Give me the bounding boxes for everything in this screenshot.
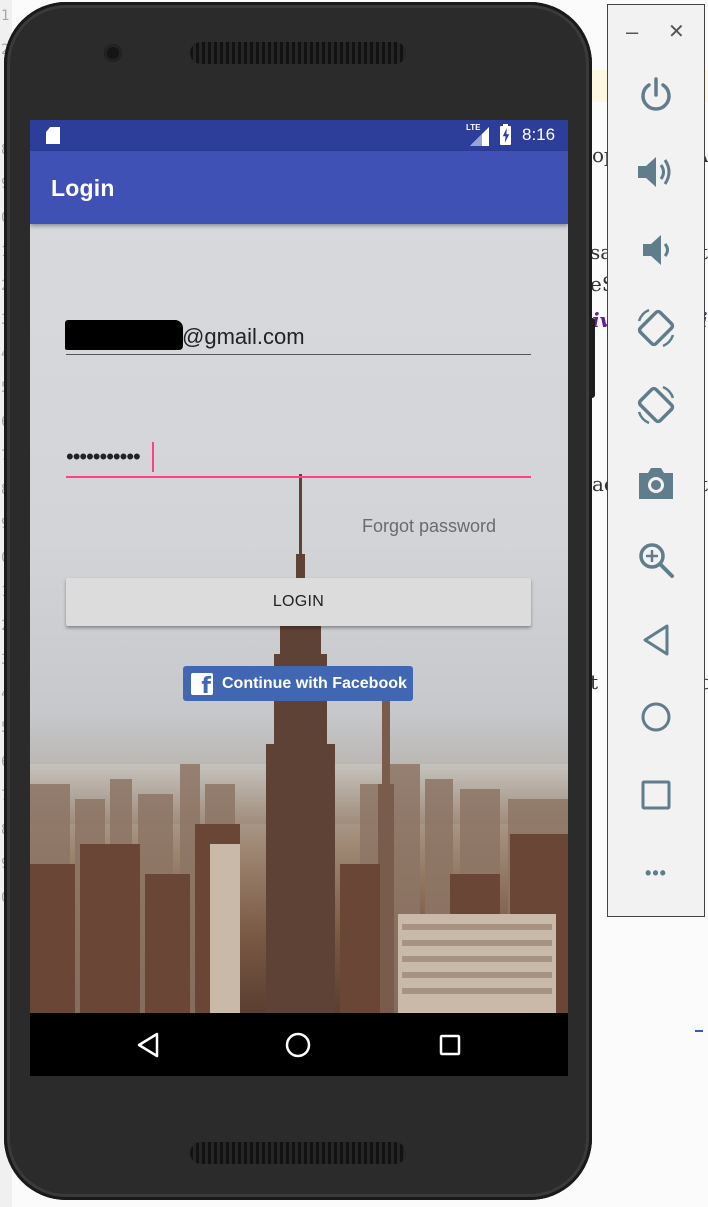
redaction-mark <box>65 320 183 350</box>
facebook-icon: f <box>191 672 213 697</box>
close-button[interactable]: ✕ <box>668 19 685 44</box>
rotate-right-icon[interactable] <box>608 375 704 435</box>
volume-down-icon[interactable] <box>608 220 704 280</box>
text-cursor <box>152 442 154 472</box>
minimize-button[interactable]: – <box>626 19 638 45</box>
facebook-login-button[interactable]: f Continue with Facebook <box>183 666 413 701</box>
emulator-toolbar: – ✕ ••• <box>607 4 705 917</box>
sd-card-icon <box>46 127 60 144</box>
network-type: LTE <box>466 123 481 132</box>
overview-icon[interactable] <box>608 765 704 825</box>
email-underline <box>66 354 531 355</box>
power-icon[interactable] <box>608 65 704 125</box>
bottom-speaker <box>190 1142 406 1164</box>
app-bar: Login <box>30 151 568 224</box>
zoom-icon[interactable] <box>608 530 704 590</box>
front-camera <box>104 44 122 62</box>
more-icon[interactable]: ••• <box>608 843 704 903</box>
phone-screen: LTE 8:16 Login @gmail.com ••••••••••• Fo… <box>30 120 568 1076</box>
login-content: @gmail.com ••••••••••• Forgot password L… <box>30 224 568 1013</box>
home-icon[interactable] <box>608 687 704 747</box>
login-button[interactable]: LOGIN <box>66 578 531 626</box>
back-icon[interactable] <box>118 1013 178 1076</box>
phone-side-button <box>589 318 595 398</box>
line-number: 1 <box>1 8 10 24</box>
recents-icon[interactable] <box>420 1013 480 1076</box>
volume-up-icon[interactable] <box>608 142 704 202</box>
password-underline <box>66 476 531 478</box>
battery-icon <box>500 124 511 145</box>
camera-icon[interactable] <box>608 453 704 513</box>
back-icon[interactable] <box>608 610 704 670</box>
password-field[interactable]: ••••••••••• <box>66 444 141 470</box>
status-bar: LTE 8:16 <box>30 120 568 151</box>
editor-caret <box>695 1030 703 1032</box>
top-speaker <box>190 42 406 64</box>
forgot-password-link[interactable]: Forgot password <box>362 516 496 537</box>
email-field[interactable]: @gmail.com <box>65 320 305 350</box>
facebook-button-label: Continue with Facebook <box>222 674 407 692</box>
navigation-bar <box>30 1013 568 1076</box>
page-title: Login <box>51 175 115 201</box>
rotate-left-icon[interactable] <box>608 298 704 358</box>
email-text: @gmail.com <box>182 324 305 349</box>
status-clock: 8:16 <box>522 125 556 144</box>
home-icon[interactable] <box>268 1013 328 1076</box>
